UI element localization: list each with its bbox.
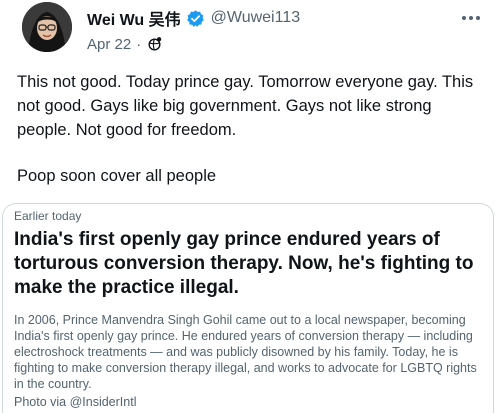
tweet: Wei Wu 吴伟 @Wuwei113 Apr 22 · This not go… xyxy=(0,0,500,415)
author-row: Wei Wu 吴伟 @Wuwei113 xyxy=(87,6,300,30)
card-summary: In 2006, Prince Manvendra Singh Gohil ca… xyxy=(14,313,477,391)
more-dot xyxy=(476,16,480,20)
tweet-paragraph: Poop soon cover all people xyxy=(17,167,217,185)
meta-separator: · xyxy=(136,35,142,53)
avatar[interactable] xyxy=(22,2,72,52)
more-dot xyxy=(462,16,466,20)
tweet-meta: Apr 22 · xyxy=(87,34,163,54)
tweet-date[interactable]: Apr 22 xyxy=(87,36,131,53)
link-card[interactable]: Earlier today India's first openly gay p… xyxy=(2,203,494,413)
display-name[interactable]: Wei Wu 吴伟 xyxy=(87,6,181,30)
profile-photo xyxy=(22,2,72,52)
card-headline[interactable]: India's first openly gay prince endured … xyxy=(14,228,484,300)
more-options-icon[interactable] xyxy=(458,10,484,26)
verified-badge-icon xyxy=(186,9,205,28)
handle[interactable]: @Wuwei113 xyxy=(211,9,300,27)
tweet-paragraph: This not good. Today prince gay. Tomorro… xyxy=(17,73,474,139)
more-dot xyxy=(469,16,473,20)
audience-icon xyxy=(146,36,163,53)
tweet-text: This not good. Today prince gay. Tomorro… xyxy=(17,70,487,188)
photo-credit: Photo via @InsiderIntl xyxy=(14,395,137,409)
card-timestamp: Earlier today xyxy=(14,209,82,223)
